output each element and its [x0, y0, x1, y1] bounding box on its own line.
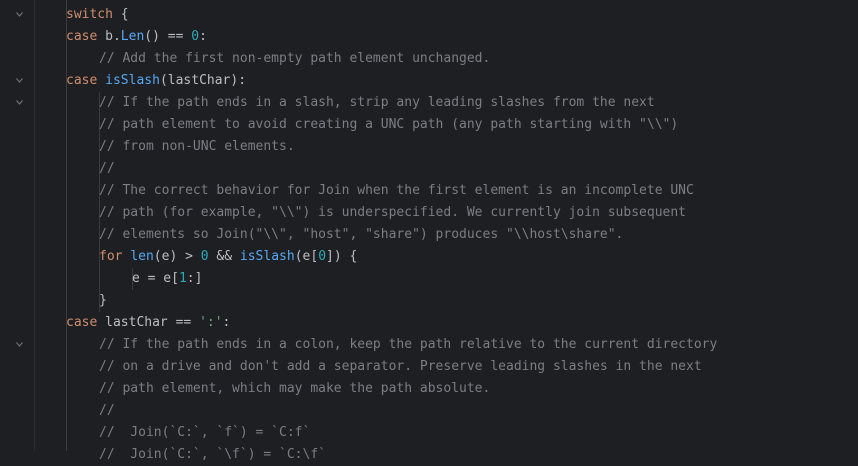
code-text: // path element to avoid creating a UNC …: [99, 114, 678, 136]
code-line[interactable]: for len(e) > 0 && isSlash(e[0]) {: [0, 246, 858, 268]
code-text: //: [99, 400, 115, 422]
code-token: :: [199, 29, 207, 44]
code-token: (lastChar):: [159, 73, 247, 88]
code-token: // If the path ends in a colon, keep the…: [99, 337, 718, 352]
code-text: //: [99, 158, 115, 180]
code-text: case lastChar == ':':: [66, 312, 230, 334]
code-text: // If the path ends in a colon, keep the…: [99, 334, 717, 356]
fold-chevron-icon[interactable]: [16, 12, 23, 17]
code-token: // Join(`C:`, `f`) = `C:f`: [99, 425, 311, 440]
code-token: () ==: [144, 29, 192, 44]
code-text: for len(e) > 0 && isSlash(e[0]) {: [99, 246, 357, 268]
code-line[interactable]: // elements so Join("\\", "host", "share…: [0, 224, 858, 246]
code-text: // Join(`C:`, `\f`) = `C:\f`: [99, 444, 326, 466]
code-token: for: [99, 249, 123, 264]
code-line[interactable]: //: [0, 158, 858, 180]
code-token: 0: [200, 249, 209, 264]
code-token: ]) {: [326, 249, 358, 264]
code-token: switch: [66, 7, 113, 22]
code-token: // Join(`C:`, `\f`) = `C:\f`: [99, 447, 326, 462]
code-token: }: [99, 293, 107, 308]
code-text: // path element, which may make the path…: [99, 378, 490, 400]
code-line[interactable]: case b.Len() == 0:: [0, 26, 858, 48]
code-token: 1: [178, 271, 187, 286]
code-line[interactable]: case isSlash(lastChar):: [0, 70, 858, 92]
code-text: // Add the first non-empty path element …: [99, 48, 490, 70]
code-line[interactable]: //: [0, 400, 858, 422]
code-text: // If the path ends in a slash, strip an…: [99, 92, 655, 114]
code-text: }: [99, 290, 107, 312]
code-line[interactable]: }: [0, 290, 858, 312]
code-token: // If the path ends in a slash, strip an…: [99, 95, 655, 110]
fold-chevron-icon[interactable]: [16, 78, 23, 83]
code-token: // elements so Join("\\", "host", "share…: [99, 227, 624, 242]
code-line[interactable]: // The correct behavior for Join when th…: [0, 180, 858, 202]
code-text: case isSlash(lastChar):: [66, 70, 246, 92]
code-text: e = e[1:]: [132, 268, 202, 290]
code-token: //: [99, 161, 115, 176]
fold-chevron-icon[interactable]: [16, 100, 23, 105]
code-token: (e) >: [153, 249, 201, 264]
code-token: lastChar ==: [97, 315, 200, 330]
code-line[interactable]: e = e[1:]: [0, 268, 858, 290]
code-token: // on a drive and don't add a separator.…: [99, 359, 702, 374]
code-editor[interactable]: switch {case b.Len() == 0:// Add the fir…: [0, 0, 858, 462]
code-line[interactable]: case lastChar == ':':: [0, 312, 858, 334]
code-token: // path (for example, "\\") is underspec…: [99, 205, 686, 220]
code-line[interactable]: // If the path ends in a colon, keep the…: [0, 334, 858, 356]
code-token: Len: [120, 29, 145, 44]
code-token: ':': [199, 315, 223, 330]
code-token: isSlash: [105, 73, 160, 88]
code-token: // path element, which may make the path…: [99, 381, 491, 396]
code-line[interactable]: // path element to avoid creating a UNC …: [0, 114, 858, 136]
code-token: // from non-UNC elements.: [99, 139, 295, 154]
code-text: // The correct behavior for Join when th…: [99, 180, 694, 202]
code-token: len: [130, 249, 154, 264]
code-token: :: [222, 315, 231, 330]
code-line[interactable]: // Join(`C:`, `\f`) = `C:\f`: [0, 444, 858, 466]
code-token: :]: [186, 271, 203, 286]
code-text: // Join(`C:`, `f`) = `C:f`: [99, 422, 310, 444]
code-token: case: [66, 315, 98, 330]
code-token: (e[: [294, 249, 319, 264]
code-text: // on a drive and don't add a separator.…: [99, 356, 702, 378]
code-line[interactable]: // Join(`C:`, `f`) = `C:f`: [0, 422, 858, 444]
code-token: 0: [191, 29, 200, 44]
code-line[interactable]: // If the path ends in a slash, strip an…: [0, 92, 858, 114]
code-text: case b.Len() == 0:: [66, 26, 207, 48]
code-token: case: [66, 73, 98, 88]
fold-chevron-icon[interactable]: [16, 342, 23, 347]
code-token: &&: [208, 249, 240, 264]
code-line[interactable]: // path (for example, "\\") is underspec…: [0, 202, 858, 224]
code-token: b.: [97, 29, 121, 44]
code-token: e = e[: [132, 271, 179, 286]
code-token: // path element to avoid creating a UNC …: [99, 117, 679, 132]
code-token: // The correct behavior for Join when th…: [99, 183, 694, 198]
code-text: // from non-UNC elements.: [99, 136, 295, 158]
code-line[interactable]: // Add the first non-empty path element …: [0, 48, 858, 70]
code-token: case: [66, 29, 98, 44]
code-line[interactable]: switch {: [0, 4, 858, 26]
code-text: switch {: [66, 4, 129, 26]
code-token: {: [112, 7, 129, 22]
code-token: //: [99, 403, 115, 418]
code-line[interactable]: // path element, which may make the path…: [0, 378, 858, 400]
code-text: // elements so Join("\\", "host", "share…: [99, 224, 623, 246]
code-token: 0: [318, 249, 327, 264]
code-token: isSlash: [239, 249, 295, 264]
code-line[interactable]: // from non-UNC elements.: [0, 136, 858, 158]
code-text: // path (for example, "\\") is underspec…: [99, 202, 686, 224]
code-token: // Add the first non-empty path element …: [99, 51, 491, 66]
code-line[interactable]: // on a drive and don't add a separator.…: [0, 356, 858, 378]
